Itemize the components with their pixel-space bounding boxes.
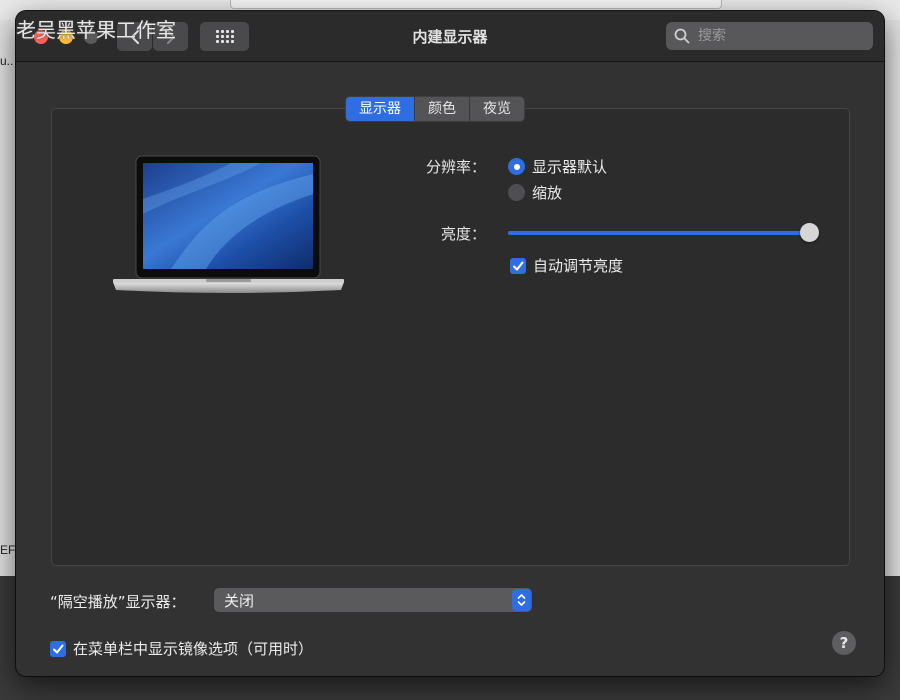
checkmark-icon bbox=[513, 261, 524, 270]
resolution-default-option[interactable]: 显示器默认 bbox=[508, 156, 607, 177]
tab-display[interactable]: 显示器 bbox=[346, 97, 415, 121]
watermark: 老吴黑苹果工作室 bbox=[16, 18, 176, 42]
auto-brightness-option[interactable]: 自动调节亮度 bbox=[510, 255, 623, 276]
resolution-scaled-option[interactable]: 缩放 bbox=[508, 182, 562, 203]
airplay-display-label: “隔空播放”显示器： bbox=[50, 593, 186, 611]
mirroring-label: 在菜单栏中显示镜像选项（可用时） bbox=[73, 640, 314, 658]
search-icon bbox=[674, 28, 690, 44]
airplay-display-popup[interactable]: 关闭 bbox=[214, 588, 532, 612]
background-tab-strip bbox=[230, 0, 722, 9]
resolution-default-label: 显示器默认 bbox=[532, 158, 608, 176]
auto-brightness-checkbox[interactable] bbox=[510, 257, 526, 274]
help-button[interactable]: ? bbox=[832, 631, 856, 655]
up-down-arrows-icon bbox=[512, 589, 531, 611]
resolution-scaled-label: 缩放 bbox=[532, 184, 563, 202]
brightness-label: 亮度： bbox=[440, 225, 486, 243]
radio-selected[interactable] bbox=[508, 158, 525, 175]
auto-brightness-label: 自动调节亮度 bbox=[533, 257, 624, 275]
resolution-label: 分辨率： bbox=[425, 158, 486, 176]
background-left-text: u.. bbox=[0, 54, 14, 68]
mirroring-checkbox[interactable] bbox=[50, 640, 66, 657]
mirroring-option[interactable]: 在菜单栏中显示镜像选项（可用时） bbox=[50, 638, 313, 659]
brightness-slider-fill bbox=[508, 231, 815, 235]
search-input[interactable] bbox=[696, 27, 860, 45]
tab-bar: 显示器 颜色 夜览 bbox=[345, 96, 525, 122]
search-field[interactable] bbox=[666, 22, 873, 50]
checkmark-icon bbox=[53, 644, 64, 653]
tab-night-shift[interactable]: 夜览 bbox=[470, 97, 524, 121]
macbook-image bbox=[113, 155, 344, 293]
brightness-slider-knob[interactable] bbox=[800, 223, 819, 242]
system-preferences-window: 内建显示器 显示器 颜色 夜览 bbox=[16, 11, 884, 676]
tab-color[interactable]: 颜色 bbox=[415, 97, 470, 121]
airplay-display-value: 关闭 bbox=[224, 591, 255, 610]
radio-unselected[interactable] bbox=[508, 184, 525, 201]
brightness-slider[interactable] bbox=[508, 231, 815, 235]
